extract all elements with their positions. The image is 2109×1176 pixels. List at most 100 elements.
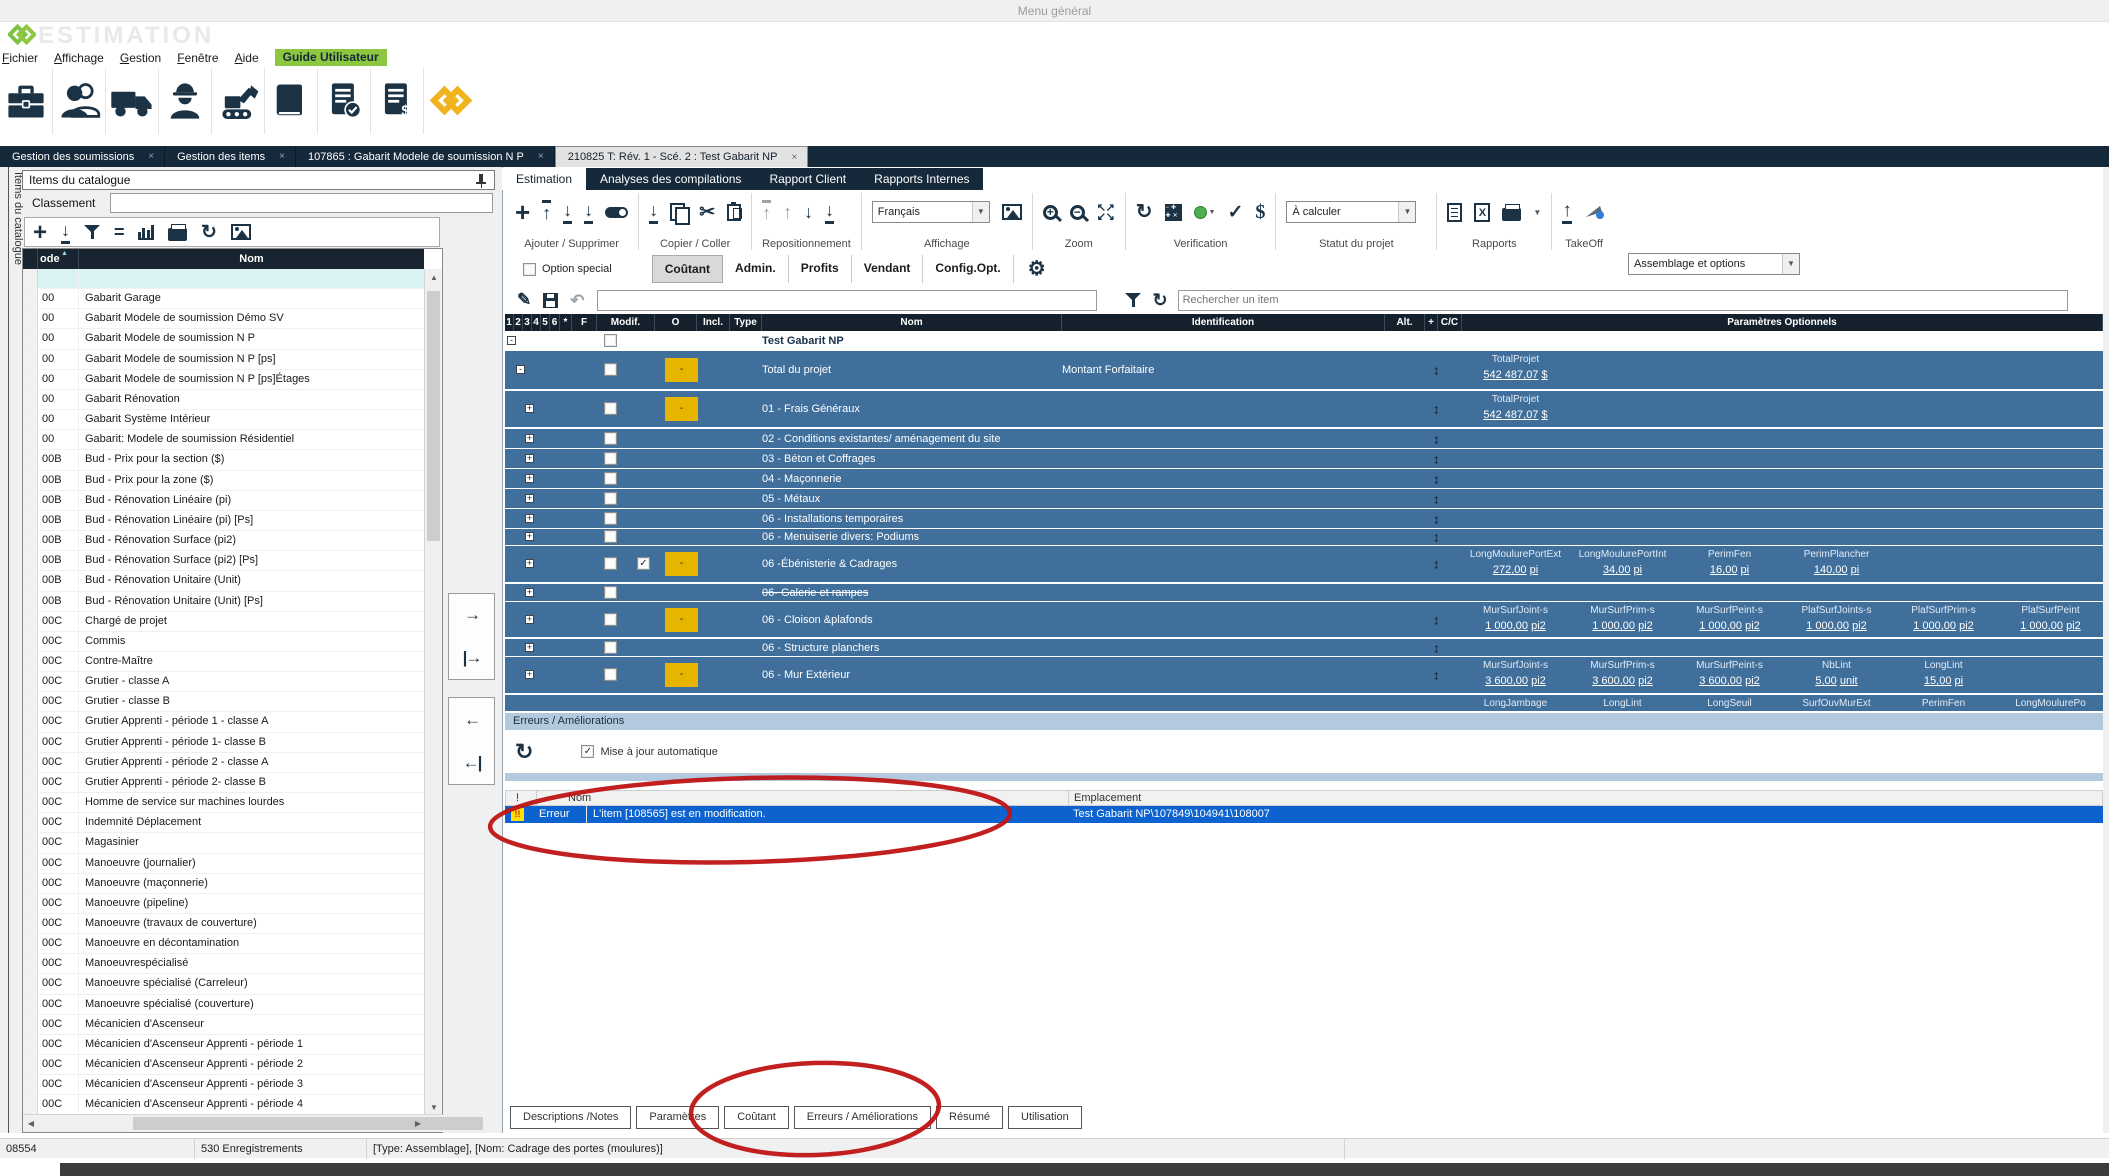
save-icon[interactable] <box>543 293 558 308</box>
grid-filter-icon[interactable] <box>1125 292 1141 308</box>
row-selector[interactable] <box>23 551 38 570</box>
transfer-button[interactable]: |→ <box>463 648 481 668</box>
row-checkbox[interactable] <box>604 432 617 445</box>
estimation-row[interactable]: +✓-06 -Ébénisterie & Cadrages↕LongMoulur… <box>505 546 2103 584</box>
item-edit-input[interactable] <box>597 290 1097 311</box>
catalog-row[interactable]: 00BBud - Rénovation Linéaire (pi) <box>23 491 424 511</box>
grid-col-F[interactable]: F <box>572 314 597 331</box>
refresh-catalog-icon[interactable]: ↻ <box>201 222 217 243</box>
row-updown-arrow-icon[interactable]: ↕ <box>1433 557 1440 572</box>
scrollbar-thumb[interactable] <box>133 1117 483 1130</box>
row-checkbox[interactable] <box>604 472 617 485</box>
estimation-row[interactable]: +06- Galerie et rampes <box>505 584 2103 602</box>
bottom-tab-descriptions-notes[interactable]: Descriptions /Notes <box>510 1106 631 1129</box>
errors-refresh-icon[interactable]: ↻ <box>515 741 533 763</box>
row-selector[interactable] <box>23 1075 38 1094</box>
catalog-row[interactable]: 00CManoeuvre (journalier) <box>23 854 424 874</box>
takeoff-logo-icon[interactable] <box>1584 203 1606 221</box>
image-icon[interactable] <box>231 224 251 240</box>
param-value[interactable]: 542 487,07 $ <box>1462 369 1569 381</box>
close-icon[interactable]: × <box>148 151 154 162</box>
cut-icon[interactable]: ✂ <box>699 202 715 223</box>
expand-icon[interactable]: + <box>525 474 534 483</box>
bottom-tab-erreurs-am-liorations[interactable]: Erreurs / Améliorations <box>794 1106 931 1129</box>
row-updown-arrow-icon[interactable]: ↕ <box>1433 640 1440 655</box>
row-checkbox[interactable] <box>604 557 617 570</box>
yellow-flag-cell[interactable]: - <box>665 608 698 632</box>
expand-icon[interactable]: + <box>525 532 534 541</box>
expand-icon[interactable]: + <box>525 494 534 503</box>
grid-col-2[interactable]: 2 <box>514 314 523 331</box>
row-updown-arrow-icon[interactable]: ↕ <box>1433 431 1440 446</box>
catalog-row[interactable]: 00CMécanicien d'Ascenseur Apprenti - pér… <box>23 1035 424 1055</box>
param-value[interactable]: 1 000,00 pi2 <box>1462 620 1569 632</box>
tab-estimation[interactable]: Estimation <box>502 168 586 190</box>
catalog-horizontal-scrollbar[interactable]: ◀ ▶ <box>23 1114 444 1132</box>
catalog-row[interactable]: 00CMécanicien d'Ascenseur Apprenti - pér… <box>23 1075 424 1095</box>
catalog-row[interactable]: 00CMagasinier <box>23 833 424 853</box>
mode-button-profits[interactable]: Profits <box>789 255 852 283</box>
catalog-row[interactable]: 00CManoeuvre (pipeline) <box>23 894 424 914</box>
doc-tab[interactable]: 107865 : Gabarit Modele de soumission N … <box>296 146 555 167</box>
catalog-row[interactable]: 00Gabarit Modele de soumission N P <box>23 329 424 349</box>
row-updown-arrow-icon[interactable]: ↕ <box>1433 511 1440 526</box>
grid-col-alt[interactable]: Alt. <box>1385 314 1425 331</box>
grid-refresh-icon[interactable]: ↻ <box>1153 290 1168 311</box>
zoom-in-icon[interactable]: + <box>1043 205 1058 220</box>
tab-rapports-internes[interactable]: Rapports Internes <box>860 168 983 190</box>
tab-budget[interactable]: Budget <box>984 168 1050 190</box>
catalog-row[interactable]: 00CManoeuvre en décontamination <box>23 934 424 954</box>
row-checkbox[interactable] <box>604 530 617 543</box>
row-selector[interactable] <box>23 712 38 731</box>
move-up-icon[interactable]: ↑ <box>783 202 792 223</box>
search-input[interactable] <box>1178 290 2068 311</box>
row-selector[interactable] <box>23 753 38 772</box>
truck-icon[interactable] <box>106 68 159 134</box>
catalog-row[interactable]: 00Gabarit Système Intérieur <box>23 410 424 430</box>
row-updown-arrow-icon[interactable]: ↕ <box>1433 363 1440 378</box>
catalog-row[interactable]: 00Gabarit Modele de soumission N P [ps] <box>23 350 424 370</box>
tab-analyses-des-compilations[interactable]: Analyses des compilations <box>586 168 755 190</box>
catalog-row[interactable]: 00BBud - Rénovation Surface (pi2) [Ps] <box>23 551 424 571</box>
grid-col-params[interactable]: Paramètres Optionnels <box>1462 314 2103 331</box>
catalog-row[interactable]: 00CIndemnité Déplacement <box>23 813 424 833</box>
estimation-row[interactable]: +02 - Conditions existantes/ aménagement… <box>505 429 2103 449</box>
row-selector[interactable] <box>23 612 38 631</box>
row-selector[interactable] <box>23 974 38 993</box>
row-selector[interactable] <box>23 410 38 429</box>
catalog-row[interactable]: 00Gabarit Modele de soumission N P [ps]É… <box>23 370 424 390</box>
catalog-row[interactable]: 00Gabarit Rénovation <box>23 390 424 410</box>
dollar-icon[interactable]: $ <box>1255 202 1265 223</box>
assembly-filter-select[interactable]: Assemblage et options▼ <box>1628 253 1800 275</box>
expand-icon[interactable]: + <box>525 588 534 597</box>
row-selector[interactable] <box>23 672 38 691</box>
catalog-row[interactable]: 00BBud - Prix pour la section ($) <box>23 450 424 470</box>
catalog-row[interactable]: 00CManoeuvre (maçonnerie) <box>23 874 424 894</box>
param-value[interactable]: 1 000,00 pi2 <box>1997 620 2103 632</box>
menu-item-fichier[interactable]: Fichier <box>2 51 38 65</box>
param-value[interactable]: 272,00 pi <box>1462 564 1569 576</box>
document-check-icon[interactable] <box>318 68 371 134</box>
row-selector[interactable] <box>23 813 38 832</box>
param-value[interactable]: 3 600,00 pi2 <box>1462 675 1569 687</box>
row-selector[interactable] <box>23 511 38 530</box>
undo-icon[interactable]: ↶ <box>570 290 584 311</box>
catalog-row[interactable] <box>23 269 424 289</box>
filter-icon[interactable] <box>84 224 100 240</box>
row-selector[interactable] <box>23 1055 38 1074</box>
grid-col-ident[interactable]: Identification <box>1062 314 1385 331</box>
toolbox-icon[interactable] <box>0 68 53 134</box>
row-selector[interactable] <box>23 592 38 611</box>
row-selector[interactable] <box>23 531 38 550</box>
row-selector[interactable] <box>23 652 38 671</box>
option-special-checkbox[interactable] <box>523 263 536 276</box>
estimation-row[interactable]: +06 - Menuiserie divers: Podiums↕ <box>505 529 2103 546</box>
move-top-icon[interactable]: ↑ <box>762 200 771 224</box>
modif-checkbox-checked[interactable]: ✓ <box>637 557 650 570</box>
row-checkbox[interactable] <box>604 363 617 376</box>
menu-item-fenêtre[interactable]: Fenêtre <box>177 51 218 65</box>
recalculate-icon[interactable]: ↻ <box>1136 202 1153 223</box>
param-value[interactable]: 15,00 pi <box>1890 675 1997 687</box>
catalog-row[interactable]: 00CManoeuvre spécialisé (Carreleur) <box>23 974 424 994</box>
yellow-flag-cell[interactable]: - <box>665 552 698 576</box>
